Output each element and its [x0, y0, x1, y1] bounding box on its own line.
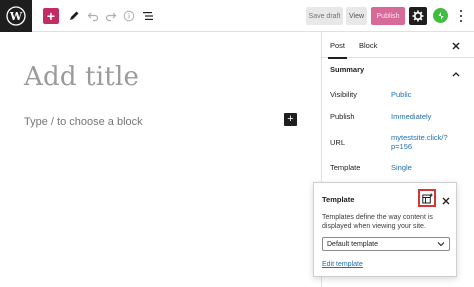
- visibility-label: Visibility: [330, 90, 357, 99]
- visibility-value-link[interactable]: Public: [391, 90, 461, 99]
- close-popover-icon[interactable]: [441, 193, 451, 205]
- more-options-icon[interactable]: [456, 9, 466, 23]
- template-select[interactable]: Default template: [322, 237, 450, 251]
- close-sidebar-icon[interactable]: [450, 39, 462, 51]
- svg-text:W: W: [9, 10, 23, 23]
- inline-add-block-button[interactable]: +: [284, 113, 297, 126]
- tab-post[interactable]: Post: [327, 32, 348, 59]
- settings-gear-icon[interactable]: [409, 7, 427, 25]
- sidebar-tabs: Post Block: [322, 32, 474, 59]
- template-popover: Template Templates define the way conten…: [313, 182, 457, 277]
- pencil-icon[interactable]: [67, 9, 81, 23]
- block-placeholder[interactable]: Type / to choose a block: [24, 116, 143, 128]
- popover-title: Template: [322, 195, 355, 204]
- add-template-icon: [421, 193, 433, 203]
- chevron-up-icon[interactable]: [451, 65, 461, 77]
- list-view-icon[interactable]: [141, 9, 155, 23]
- tab-block[interactable]: Block: [359, 32, 377, 58]
- editor-canvas: Add title Type / to choose a block +: [0, 32, 321, 287]
- redo-icon[interactable]: [104, 9, 118, 23]
- wordpress-logo-icon[interactable]: W: [0, 0, 32, 32]
- jetpack-icon[interactable]: [433, 8, 448, 23]
- publish-label: Publish: [330, 112, 355, 121]
- publish-button[interactable]: Publish: [371, 7, 405, 25]
- url-label: URL: [330, 138, 346, 147]
- summary-panel-title[interactable]: Summary: [330, 65, 364, 74]
- publish-value-link[interactable]: Immediately: [391, 112, 461, 121]
- template-description: Templates define the way content is disp…: [322, 214, 433, 230]
- undo-icon[interactable]: [86, 9, 100, 23]
- save-draft-button[interactable]: Save draft: [306, 7, 343, 25]
- add-block-button[interactable]: +: [43, 8, 59, 24]
- view-button[interactable]: View: [346, 7, 367, 25]
- top-toolbar: W + Save draft View Publish: [0, 0, 474, 32]
- post-title-input[interactable]: Add title: [24, 62, 139, 92]
- edit-template-link[interactable]: Edit template: [322, 261, 363, 268]
- template-select-value: Default template: [327, 240, 378, 248]
- url-value-link[interactable]: mytestsite.click/?p=156: [391, 133, 461, 151]
- template-value-link[interactable]: Single: [391, 163, 461, 172]
- details-info-icon[interactable]: [122, 9, 136, 23]
- create-template-button[interactable]: [418, 189, 436, 207]
- template-label: Template: [330, 163, 361, 172]
- chevron-down-icon: [437, 242, 445, 247]
